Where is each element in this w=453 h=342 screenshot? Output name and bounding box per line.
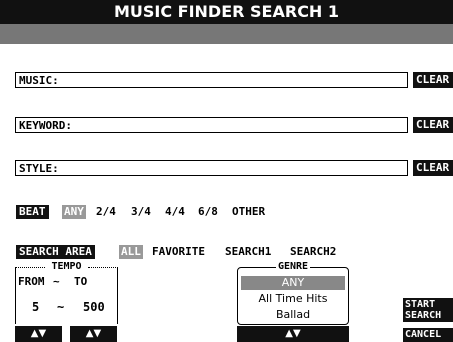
- keyword-field[interactable]: KEYWORD:: [15, 117, 408, 133]
- start-search-label-line2: SEARCH: [405, 310, 442, 321]
- search-area-option-search2[interactable]: SEARCH2: [290, 245, 336, 259]
- beat-option-3-4[interactable]: 3/4: [131, 205, 151, 219]
- title-band: [0, 24, 453, 44]
- start-search-button[interactable]: START SEARCH: [403, 298, 453, 322]
- genre-item-all-time-hits[interactable]: All Time Hits: [241, 292, 345, 306]
- search-area-label: SEARCH AREA: [16, 245, 95, 259]
- style-field[interactable]: STYLE:: [15, 160, 408, 176]
- clear-music-button[interactable]: CLEAR: [413, 72, 453, 88]
- genre-item-any[interactable]: ANY: [241, 276, 345, 290]
- style-field-label: STYLE:: [19, 162, 59, 175]
- genre-title-text: GENRE: [275, 261, 311, 272]
- search-area-option-search1[interactable]: SEARCH1: [225, 245, 271, 259]
- tempo-tilde: ~: [53, 275, 60, 288]
- beat-option-4-4[interactable]: 4/4: [165, 205, 185, 219]
- genre-title: GENRE: [237, 261, 349, 272]
- keyword-field-label: KEYWORD:: [19, 119, 72, 132]
- tempo-from-label: FROM: [18, 275, 45, 288]
- beat-option-other[interactable]: OTHER: [232, 205, 265, 219]
- clear-keyword-button[interactable]: CLEAR: [413, 117, 453, 133]
- cancel-button[interactable]: CANCEL: [403, 328, 453, 342]
- beat-option-6-8[interactable]: 6/8: [198, 205, 218, 219]
- search-area-option-all[interactable]: ALL: [119, 245, 143, 259]
- music-field[interactable]: MUSIC:: [15, 72, 408, 88]
- search-area-option-favorite[interactable]: FAVORITE: [152, 245, 205, 259]
- tempo-from-value: 5: [32, 300, 40, 314]
- tempo-from-up-down-button[interactable]: ▲▼: [15, 326, 62, 342]
- clear-style-button[interactable]: CLEAR: [413, 160, 453, 176]
- tempo-to-label: TO: [74, 275, 88, 288]
- tempo-value-tilde: ~: [57, 300, 65, 314]
- start-search-label-line1: START: [405, 299, 436, 310]
- beat-label: BEAT: [16, 205, 49, 219]
- genre-up-down-button[interactable]: ▲▼: [237, 326, 349, 342]
- tempo-to-value: 500: [83, 300, 105, 314]
- page-title: MUSIC FINDER SEARCH 1: [0, 0, 453, 24]
- music-field-label: MUSIC:: [19, 74, 59, 87]
- beat-option-2-4[interactable]: 2/4: [96, 205, 116, 219]
- tempo-to-up-down-button[interactable]: ▲▼: [70, 326, 117, 342]
- beat-option-any[interactable]: ANY: [62, 205, 86, 219]
- genre-item-ballad[interactable]: Ballad: [241, 308, 345, 322]
